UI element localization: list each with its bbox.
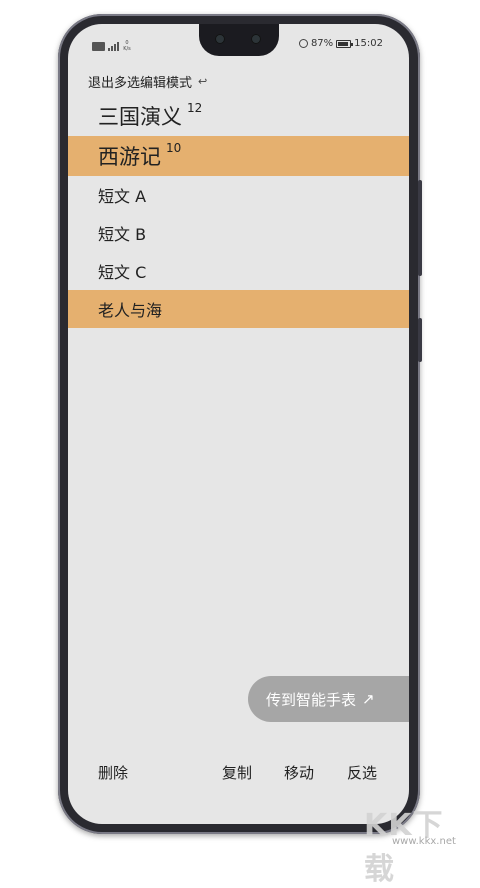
battery-percent: 87% xyxy=(310,38,334,49)
watermark-url: www.kkx.net xyxy=(392,836,456,847)
invert-selection-button[interactable]: 反选 xyxy=(347,762,377,783)
list-item[interactable]: 三国演义 12 xyxy=(68,96,409,136)
watermark: KK下载 www.kkx.net xyxy=(364,800,474,887)
send-to-watch-button[interactable]: 传到智能手表 ↗ xyxy=(248,676,409,722)
status-bar-right: 87% 15:02 xyxy=(298,38,383,49)
volume-button xyxy=(418,180,422,276)
list-item-title: 老人与海 xyxy=(98,301,163,320)
list-item[interactable]: 短文 A xyxy=(68,176,409,214)
list-item-title: 短文 A xyxy=(98,187,147,206)
list-item-count: 10 xyxy=(166,141,182,155)
battery-icon xyxy=(336,39,354,48)
list-item-title: 短文 C xyxy=(98,263,147,282)
exit-multiselect-label: 退出多选编辑模式 xyxy=(88,76,193,91)
list-item-title: 三国演义 xyxy=(98,105,182,129)
list-item[interactable]: 西游记 10 xyxy=(68,136,409,176)
alarm-icon xyxy=(298,39,308,48)
power-button xyxy=(418,318,422,362)
net-speed: 0 K/s xyxy=(123,40,131,52)
list-item-title: 西游记 xyxy=(98,145,161,169)
copy-button[interactable]: 复制 xyxy=(222,762,252,783)
front-sensor-icon xyxy=(251,34,261,44)
exit-multiselect-button[interactable]: 退出多选编辑模式 ↩ xyxy=(88,72,207,91)
list-item-title: 短文 B xyxy=(98,225,147,244)
delete-button[interactable]: 删除 xyxy=(98,762,128,783)
note-list: 三国演义 12 西游记 10 短文 A 短文 B 短文 C 老人与海 xyxy=(68,96,409,328)
list-item[interactable]: 老人与海 xyxy=(68,290,409,328)
list-item[interactable]: 短文 B xyxy=(68,214,409,252)
send-to-watch-label: 传到智能手表 xyxy=(266,690,357,709)
status-time: 15:02 xyxy=(354,38,383,49)
list-item-count: 12 xyxy=(187,101,203,115)
camera-notch xyxy=(199,24,279,56)
phone-screen: 0 K/s 87% 15:02 退出多选编辑模式 ↩ 三国演义 12 西游记 1… xyxy=(68,24,409,824)
list-item[interactable]: 短文 C xyxy=(68,252,409,290)
arrow-up-right-icon: ↗ xyxy=(362,690,375,708)
return-icon: ↩ xyxy=(198,75,208,88)
sim-icon xyxy=(92,41,105,51)
signal-bars-icon xyxy=(108,41,119,51)
bottom-toolbar: 删除 复制 移动 反选 xyxy=(68,762,409,786)
status-bar-left: 0 K/s xyxy=(92,40,132,52)
front-camera-icon xyxy=(215,34,225,44)
move-button[interactable]: 移动 xyxy=(284,762,314,783)
